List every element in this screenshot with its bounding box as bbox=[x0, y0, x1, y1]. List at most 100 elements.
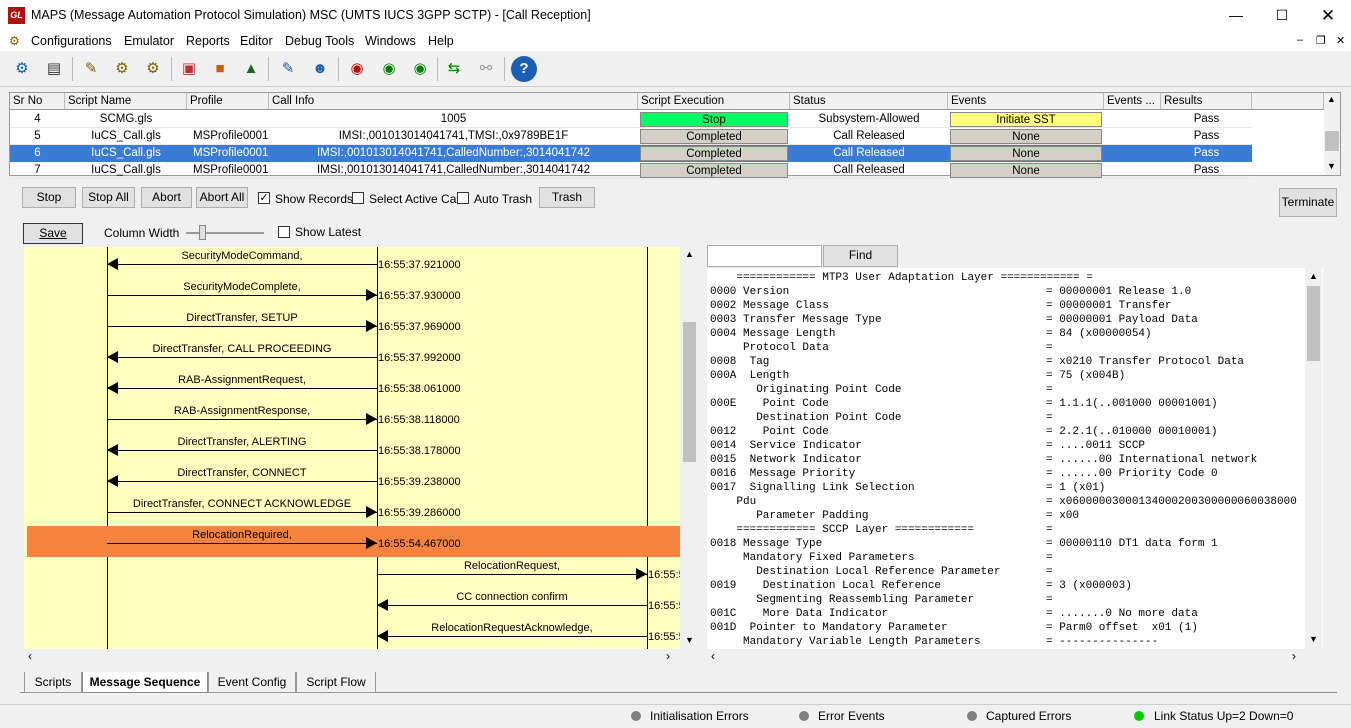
configuration-icon[interactable]: ⚙ bbox=[9, 56, 35, 82]
sequence-message-row[interactable]: DirectTransfer, CONNECT 16:55:39.238000 bbox=[24, 464, 680, 495]
decode-field-name[interactable]: 0008 Tag bbox=[710, 355, 769, 369]
stop-all-button[interactable]: Stop All bbox=[82, 187, 135, 208]
tab-script-flow[interactable]: Script Flow bbox=[296, 672, 376, 693]
abort-button[interactable]: Abort bbox=[141, 187, 192, 208]
decode-field-name[interactable]: 001C More Data Indicator bbox=[710, 607, 888, 621]
decode-field-name[interactable]: 001D Pointer to Mandatory Parameter bbox=[710, 621, 948, 635]
sequence-message-row[interactable]: RAB-AssignmentRequest, 16:55:38.061000 bbox=[24, 371, 680, 402]
scroll-down-icon[interactable]: ▼ bbox=[1309, 634, 1318, 644]
sequence-message-row[interactable]: RAB-AssignmentResponse, 16:55:38.118000 bbox=[24, 402, 680, 433]
grid-header-profile[interactable]: Profile bbox=[187, 93, 269, 110]
call-generation-icon[interactable]: ⚙ bbox=[140, 56, 166, 82]
auto-trash-checkbox[interactable] bbox=[457, 192, 469, 204]
select-active-call-checkbox[interactable] bbox=[352, 192, 364, 204]
scroll-right-icon[interactable]: › bbox=[1292, 649, 1296, 663]
table-cell-events[interactable]: None bbox=[950, 146, 1102, 161]
maximize-icon[interactable]: ☐ bbox=[1259, 0, 1305, 31]
sequence-message-row[interactable]: DirectTransfer, SETUP 16:55:37.969000 bbox=[24, 309, 680, 340]
mdi-close-icon[interactable]: ✕ bbox=[1336, 34, 1345, 47]
sequence-message-row[interactable]: CC connection confirm 16:55:5 bbox=[24, 588, 680, 619]
sequence-message-row[interactable]: RelocationRequired, 16:55:54.467000 bbox=[27, 526, 680, 557]
trash-button[interactable]: Trash bbox=[539, 187, 595, 208]
grid-header-script-execution[interactable]: Script Execution bbox=[638, 93, 790, 110]
decode-field-name[interactable]: 0003 Transfer Message Type bbox=[710, 313, 882, 327]
sequence-vscrollbar[interactable]: ▲ ▼ bbox=[681, 247, 698, 649]
books-icon[interactable]: ▣ bbox=[176, 56, 202, 82]
grid-header-events-2[interactable]: Events ... bbox=[1104, 93, 1161, 110]
grid-scroll-thumb[interactable] bbox=[1325, 131, 1339, 151]
scroll-up-icon[interactable]: ▲ bbox=[1309, 271, 1318, 281]
decode-field-name[interactable]: 0016 Message Priority bbox=[710, 467, 855, 481]
table-cell-events[interactable]: None bbox=[950, 129, 1102, 144]
decode-field-name[interactable]: Protocol Data bbox=[710, 341, 829, 355]
save-button[interactable]: Save bbox=[23, 223, 83, 244]
stop-button[interactable]: Stop bbox=[22, 187, 76, 208]
mdi-minimize-icon[interactable]: – bbox=[1297, 34, 1303, 46]
tab-event-config[interactable]: Event Config bbox=[208, 672, 296, 693]
sequence-message-row[interactable]: RelocationRequest, 16:55:5 bbox=[24, 557, 680, 588]
minimize-icon[interactable]: — bbox=[1213, 0, 1259, 31]
captured-errors-label[interactable]: Captured Errors bbox=[986, 709, 1071, 723]
user-icon[interactable]: ☻ bbox=[307, 56, 333, 82]
show-latest-checkbox[interactable] bbox=[278, 226, 290, 238]
sequence-message-row[interactable]: SecurityModeCommand, 16:55:37.921000 bbox=[24, 247, 680, 278]
sequence-message-row[interactable]: RelocationRequestAcknowledge, 16:55:5 bbox=[24, 619, 680, 649]
grid-header-events[interactable]: Events bbox=[948, 93, 1104, 110]
table-cell-events[interactable]: None bbox=[950, 163, 1102, 178]
profile-icon[interactable]: ⚙ bbox=[109, 56, 135, 82]
sequence-scroll-thumb[interactable] bbox=[683, 322, 696, 462]
decode-field-name[interactable]: Destination Point Code bbox=[710, 411, 901, 425]
pause-file-icon[interactable]: ◉ bbox=[407, 56, 433, 82]
log-icon[interactable]: ▤ bbox=[41, 56, 67, 82]
scroll-down-icon[interactable]: ▼ bbox=[1327, 161, 1336, 171]
table-row[interactable]: 5 IuCS_Call.gls MSProfile0001 IMSI:,0010130… bbox=[10, 128, 1252, 145]
sequence-message-row[interactable]: SecurityModeComplete, 16:55:37.930000 bbox=[24, 278, 680, 309]
table-row[interactable]: 4 SCMG.gls 1005 Stop Subsystem-Allowed Initia… bbox=[10, 111, 1252, 128]
briefcase-icon[interactable]: ■ bbox=[207, 56, 233, 82]
decode-field-name[interactable]: Destination Local Reference Parameter bbox=[710, 565, 1000, 579]
decode-field-name[interactable]: ============ SCCP Layer ============ bbox=[710, 523, 974, 537]
stop-file-icon[interactable]: ◉ bbox=[344, 56, 370, 82]
decode-field-name[interactable]: 000A Length bbox=[710, 369, 789, 383]
decode-hscrollbar[interactable]: ‹ › bbox=[707, 649, 1305, 665]
show-records-checkbox[interactable]: ✓ bbox=[258, 192, 270, 204]
menu-help[interactable]: Help bbox=[428, 34, 454, 48]
script-icon[interactable]: ✎ bbox=[78, 56, 104, 82]
sequence-message-row[interactable]: DirectTransfer, CONNECT ACKNOWLEDGE 16:55… bbox=[24, 495, 680, 526]
scroll-left-icon[interactable]: ‹ bbox=[28, 649, 32, 663]
grid-header-script-name[interactable]: Script Name bbox=[65, 93, 187, 110]
column-width-slider-track[interactable] bbox=[186, 232, 264, 234]
decode-field-name[interactable]: Originating Point Code bbox=[710, 383, 901, 397]
edit-icon[interactable]: ✎ bbox=[275, 56, 301, 82]
decode-field-name[interactable]: Pdu bbox=[710, 495, 756, 509]
scroll-up-icon[interactable]: ▲ bbox=[1327, 94, 1336, 104]
table-cell-exec[interactable]: Stop bbox=[640, 112, 788, 127]
decode-scroll-thumb[interactable] bbox=[1307, 286, 1320, 361]
grid-header-sr-no[interactable]: Sr No bbox=[10, 93, 65, 110]
decode-field-name[interactable]: 000E Point Code bbox=[710, 397, 829, 411]
grid-header-call-info[interactable]: Call Info bbox=[269, 93, 638, 110]
tab-scripts[interactable]: Scripts bbox=[24, 672, 82, 693]
table-cell-exec[interactable]: Completed bbox=[640, 129, 788, 144]
menu-editor[interactable]: Editor bbox=[240, 34, 273, 48]
scroll-left-icon[interactable]: ‹ bbox=[711, 649, 715, 663]
menu-reports[interactable]: Reports bbox=[186, 34, 230, 48]
decode-field-name[interactable]: Parameter Padding bbox=[710, 509, 868, 523]
help-icon[interactable]: ? bbox=[511, 56, 537, 82]
close-icon[interactable]: ✕ bbox=[1305, 0, 1351, 31]
arrows-icon[interactable]: ⇆ bbox=[441, 56, 467, 82]
table-cell-exec[interactable]: Completed bbox=[640, 163, 788, 178]
table-row[interactable]: 6 IuCS_Call.gls MSProfile0001 IMSI:,0010130… bbox=[10, 145, 1252, 162]
decode-vscrollbar[interactable]: ▲ ▼ bbox=[1305, 268, 1322, 649]
table-cell-exec[interactable]: Completed bbox=[640, 146, 788, 161]
decode-field-name[interactable]: 0012 Point Code bbox=[710, 425, 829, 439]
decode-field-name[interactable]: 0004 Message Length bbox=[710, 327, 835, 341]
abort-all-button[interactable]: Abort All bbox=[196, 187, 248, 208]
scroll-up-icon[interactable]: ▲ bbox=[685, 249, 694, 259]
decode-field-name[interactable]: ============ MTP3 User Adaptation Layer … bbox=[710, 271, 1092, 285]
decode-field-name[interactable]: Segmenting Reassembling Parameter bbox=[710, 593, 974, 607]
column-width-slider-thumb[interactable] bbox=[199, 225, 206, 240]
continue-file-icon[interactable]: ◉ bbox=[376, 56, 402, 82]
decode-field-name[interactable]: 0019 Destination Local Reference bbox=[710, 579, 941, 593]
find-input[interactable] bbox=[707, 245, 822, 267]
